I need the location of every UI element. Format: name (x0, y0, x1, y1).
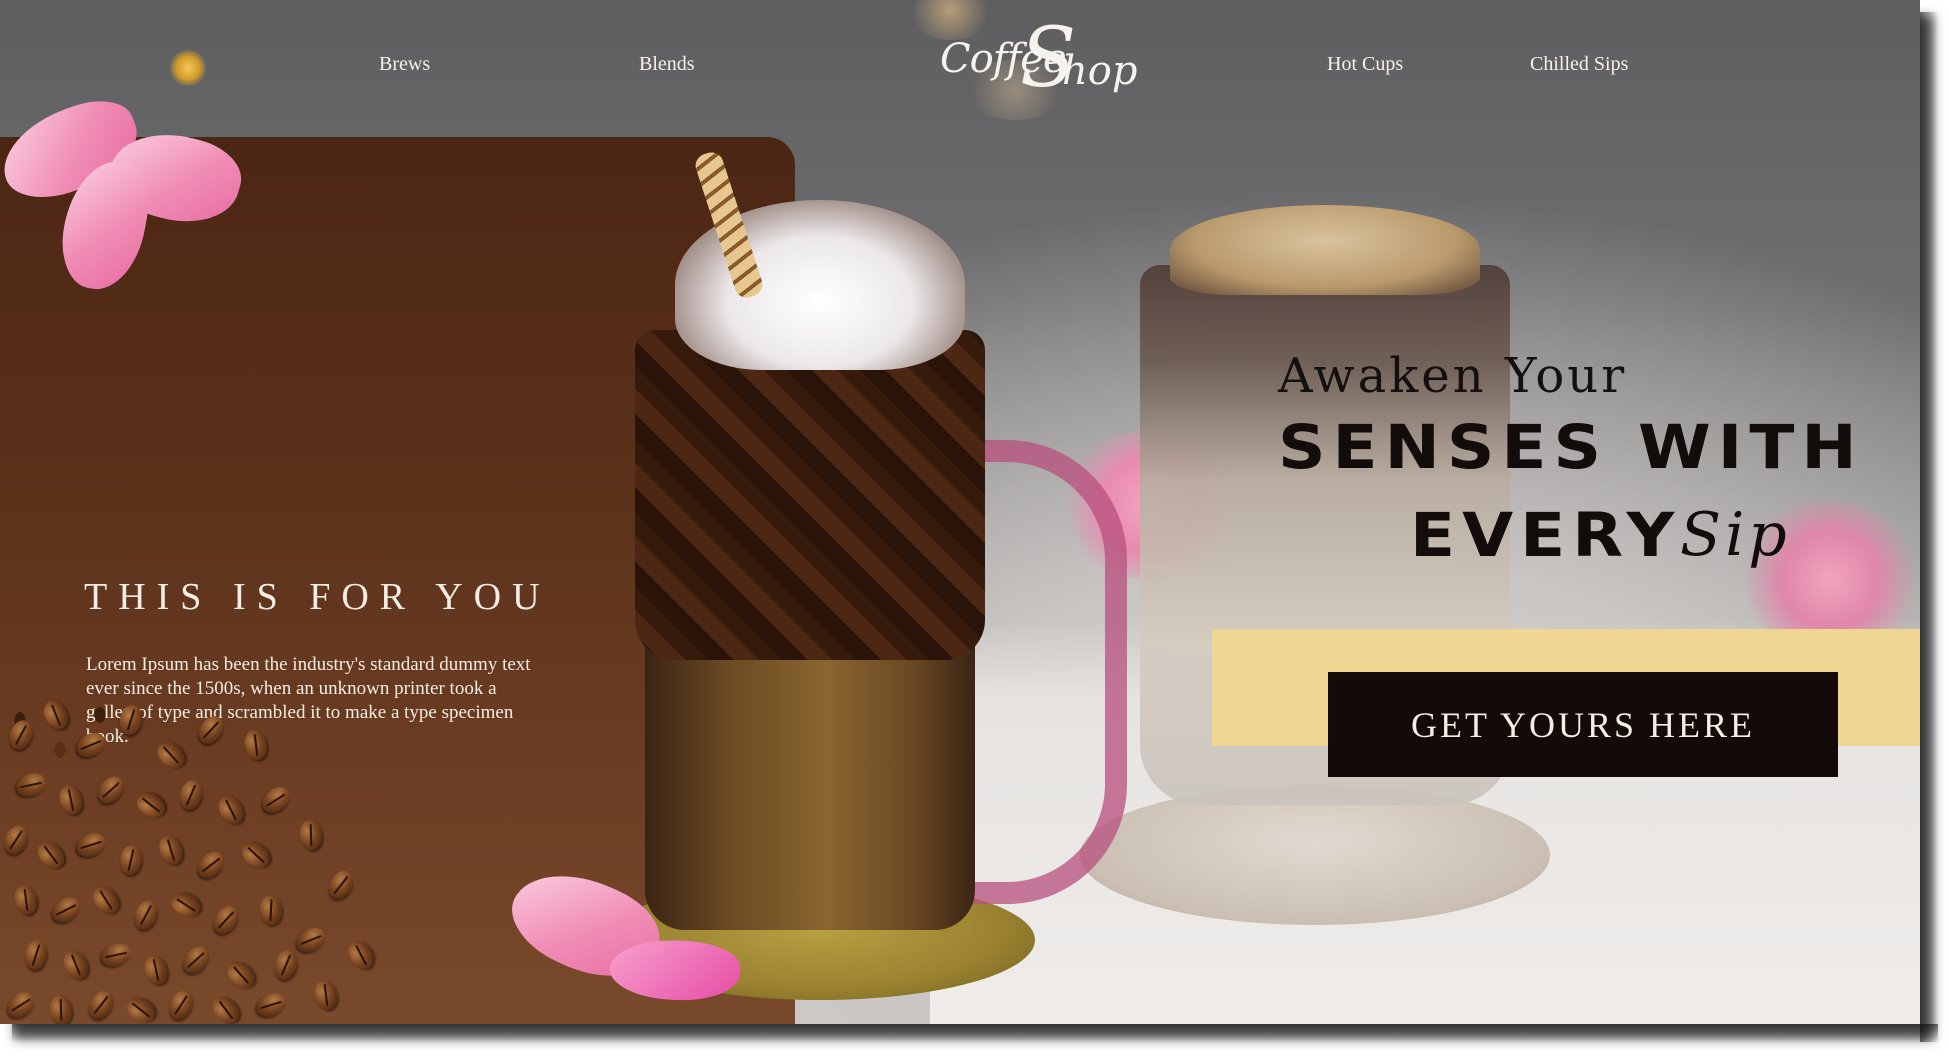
coffee-bean (47, 892, 85, 928)
coffee-bean (258, 894, 284, 926)
hero-heading-line3: EVERY (1410, 500, 1682, 571)
nav-link-blends[interactable]: Blends (639, 53, 695, 76)
coffee-bean (118, 844, 144, 876)
coffee-bean (311, 977, 341, 1013)
foam-topping-image (1170, 205, 1480, 295)
coffee-bean (0, 821, 33, 859)
coffee-bean (271, 947, 301, 983)
coffee-bean (152, 736, 190, 774)
coffee-bean (55, 782, 87, 818)
coffee-bean (241, 727, 271, 763)
coffee-bean (72, 828, 110, 862)
frame-shadow (12, 1024, 1938, 1042)
coffee-bean (117, 703, 145, 737)
hero-heading-line1: Awaken Your (1278, 348, 1628, 404)
coffee-bean (343, 936, 379, 974)
coffee-bean (2, 986, 40, 1024)
card-title: THIS IS FOR YOU (84, 576, 551, 618)
coffee-bean (222, 956, 260, 994)
coffeeshop-logo[interactable]: Coffee S hop (940, 18, 1137, 112)
coffee-bean (193, 711, 229, 749)
coffee-bean (98, 939, 134, 971)
iced-mocha-mug-image (605, 149, 1145, 1020)
hero-section: THIS IS FOR YOU Lorem Ipsum has been the… (0, 0, 1920, 1024)
coffee-bean (207, 991, 245, 1024)
coffee-bean (47, 993, 75, 1024)
coffee-bean (176, 777, 206, 813)
coffee-bean (292, 922, 330, 958)
chocolate-rim-image (635, 330, 985, 660)
coffee-bean (22, 938, 50, 972)
coffee-bean (192, 846, 230, 884)
coffee-beans-image (0, 690, 420, 1024)
coffee-bean (208, 901, 244, 939)
coffee-bean (164, 986, 198, 1024)
logo-text-hop: hop (1062, 48, 1138, 94)
coffee-bean (167, 888, 205, 922)
coffee-bean (13, 769, 49, 801)
coffee-bean (32, 836, 70, 874)
coffee-bean (83, 986, 119, 1024)
get-yours-button[interactable]: GET YOURS HERE (1328, 672, 1838, 777)
coffee-bean (257, 781, 295, 819)
saucer-image (1080, 785, 1550, 925)
nav-link-brews[interactable]: Brews (379, 53, 430, 76)
hero-heading-line2: SENSES WITH (1278, 412, 1864, 483)
hero-heading-script: Sip (1680, 500, 1791, 570)
coffee-bean (154, 831, 188, 869)
coffee-bean (132, 787, 170, 823)
coffee-bean (177, 941, 215, 979)
nav-link-hot-cups[interactable]: Hot Cups (1327, 53, 1403, 76)
coffee-bean (252, 988, 290, 1022)
coffee-bean (58, 946, 94, 984)
frame-shadow (1920, 12, 1938, 1042)
coffee-bean (5, 717, 37, 753)
coffee-bean (237, 837, 275, 873)
coffee-bean (122, 992, 160, 1024)
coffee-bean (297, 818, 325, 852)
nav-link-chilled-sips[interactable]: Chilled Sips (1530, 53, 1628, 76)
coffee-bean (38, 696, 74, 734)
coffee-bean (130, 897, 162, 933)
coffee-bean (72, 727, 110, 763)
coffee-bean (11, 882, 41, 918)
coffee-bean (140, 952, 172, 988)
coffee-bean (323, 866, 359, 904)
coffee-bean (92, 771, 130, 809)
coffee-bean (213, 791, 249, 829)
coffee-bean (87, 881, 125, 919)
bokeh-light (170, 50, 206, 86)
